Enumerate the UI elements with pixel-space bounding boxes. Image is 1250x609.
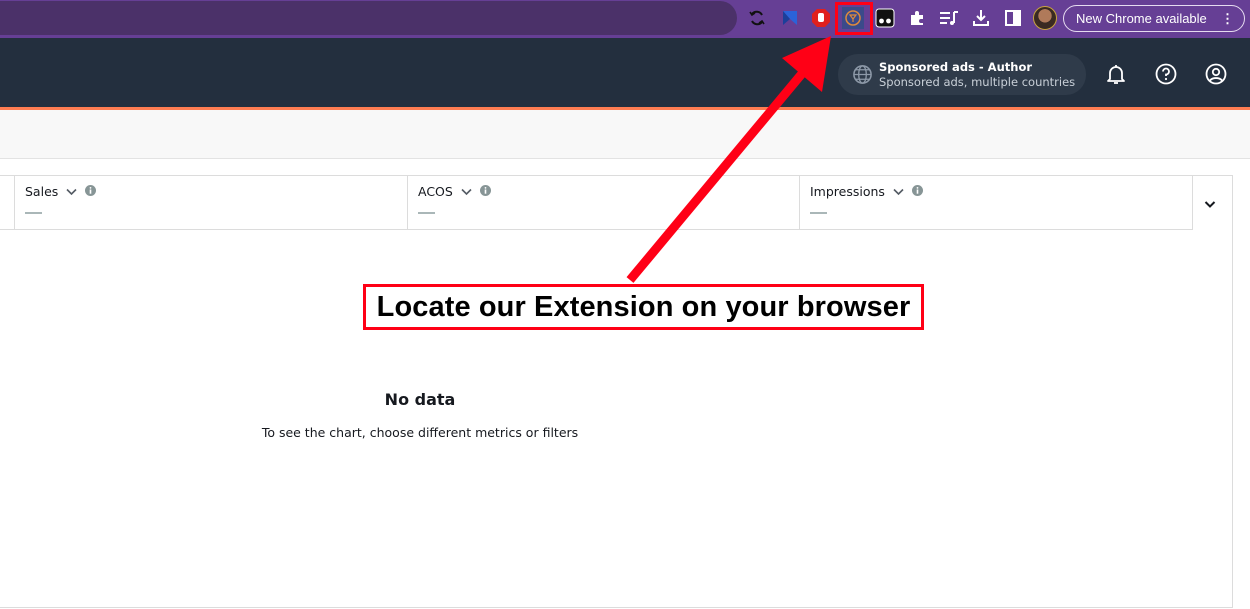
empty-state-message: To see the chart, choose different metri…: [261, 425, 579, 440]
chevron-down-icon[interactable]: [66, 184, 77, 199]
download-icon[interactable]: [970, 7, 992, 29]
metric-value-placeholder: [25, 212, 42, 214]
chevron-down-icon[interactable]: [893, 184, 904, 199]
empty-state-title: No data: [384, 390, 456, 409]
info-icon[interactable]: [85, 184, 97, 199]
metric-value-placeholder: [418, 212, 435, 214]
globe-icon: [852, 64, 873, 89]
profile-avatar[interactable]: [1033, 6, 1057, 30]
account-title: Sponsored ads - Author: [879, 60, 1033, 74]
info-icon[interactable]: [479, 184, 491, 199]
chrome-menu-icon[interactable]: ⋮: [1221, 6, 1234, 31]
extension-highlight-box: [835, 2, 873, 35]
annotation-text: Locate our Extension on your browser: [376, 290, 911, 323]
chart-card: [0, 175, 1233, 608]
bell-icon[interactable]: [1104, 62, 1128, 86]
metric-divider: [1192, 175, 1193, 230]
chevron-down-icon[interactable]: [461, 184, 472, 199]
puzzle-extensions-icon[interactable]: [906, 7, 928, 29]
media-controls-icon[interactable]: [938, 7, 960, 29]
profile-icon[interactable]: [1204, 62, 1228, 86]
browser-toolbar: New Chrome available ⋮: [0, 0, 1250, 38]
screen: New Chrome available ⋮ Sponsored ads - A…: [0, 0, 1250, 609]
tampermonkey-icon[interactable]: [874, 7, 896, 29]
help-icon[interactable]: [1154, 62, 1178, 86]
sync-icon[interactable]: [746, 7, 768, 29]
bookmark-extension-icon[interactable]: [779, 7, 801, 29]
side-panel-icon[interactable]: [1002, 7, 1024, 29]
metric-tile-sales[interactable]: Sales: [15, 175, 407, 230]
address-bar[interactable]: [0, 1, 737, 35]
metric-label: ACOS: [418, 184, 453, 199]
metric-value-placeholder: [810, 212, 827, 214]
update-label: New Chrome available: [1076, 11, 1207, 26]
annotation-callout: Locate our Extension on your browser: [363, 284, 924, 330]
new-chrome-available-button[interactable]: New Chrome available ⋮: [1063, 5, 1245, 32]
account-switcher[interactable]: Sponsored ads - Author Sponsored ads, mu…: [838, 54, 1086, 95]
info-icon[interactable]: [911, 184, 923, 199]
expand-metrics-chevron-icon[interactable]: [1204, 194, 1216, 213]
metric-tile-impressions[interactable]: Impressions: [800, 175, 1192, 230]
metric-label: Impressions: [810, 184, 885, 199]
sub-toolbar: [0, 110, 1250, 159]
metric-label: Sales: [25, 184, 59, 199]
adblock-hand-icon[interactable]: [810, 7, 832, 29]
metric-tile-acos[interactable]: ACOS: [408, 175, 799, 230]
account-subtitle: Sponsored ads, multiple countries: [879, 75, 1076, 89]
